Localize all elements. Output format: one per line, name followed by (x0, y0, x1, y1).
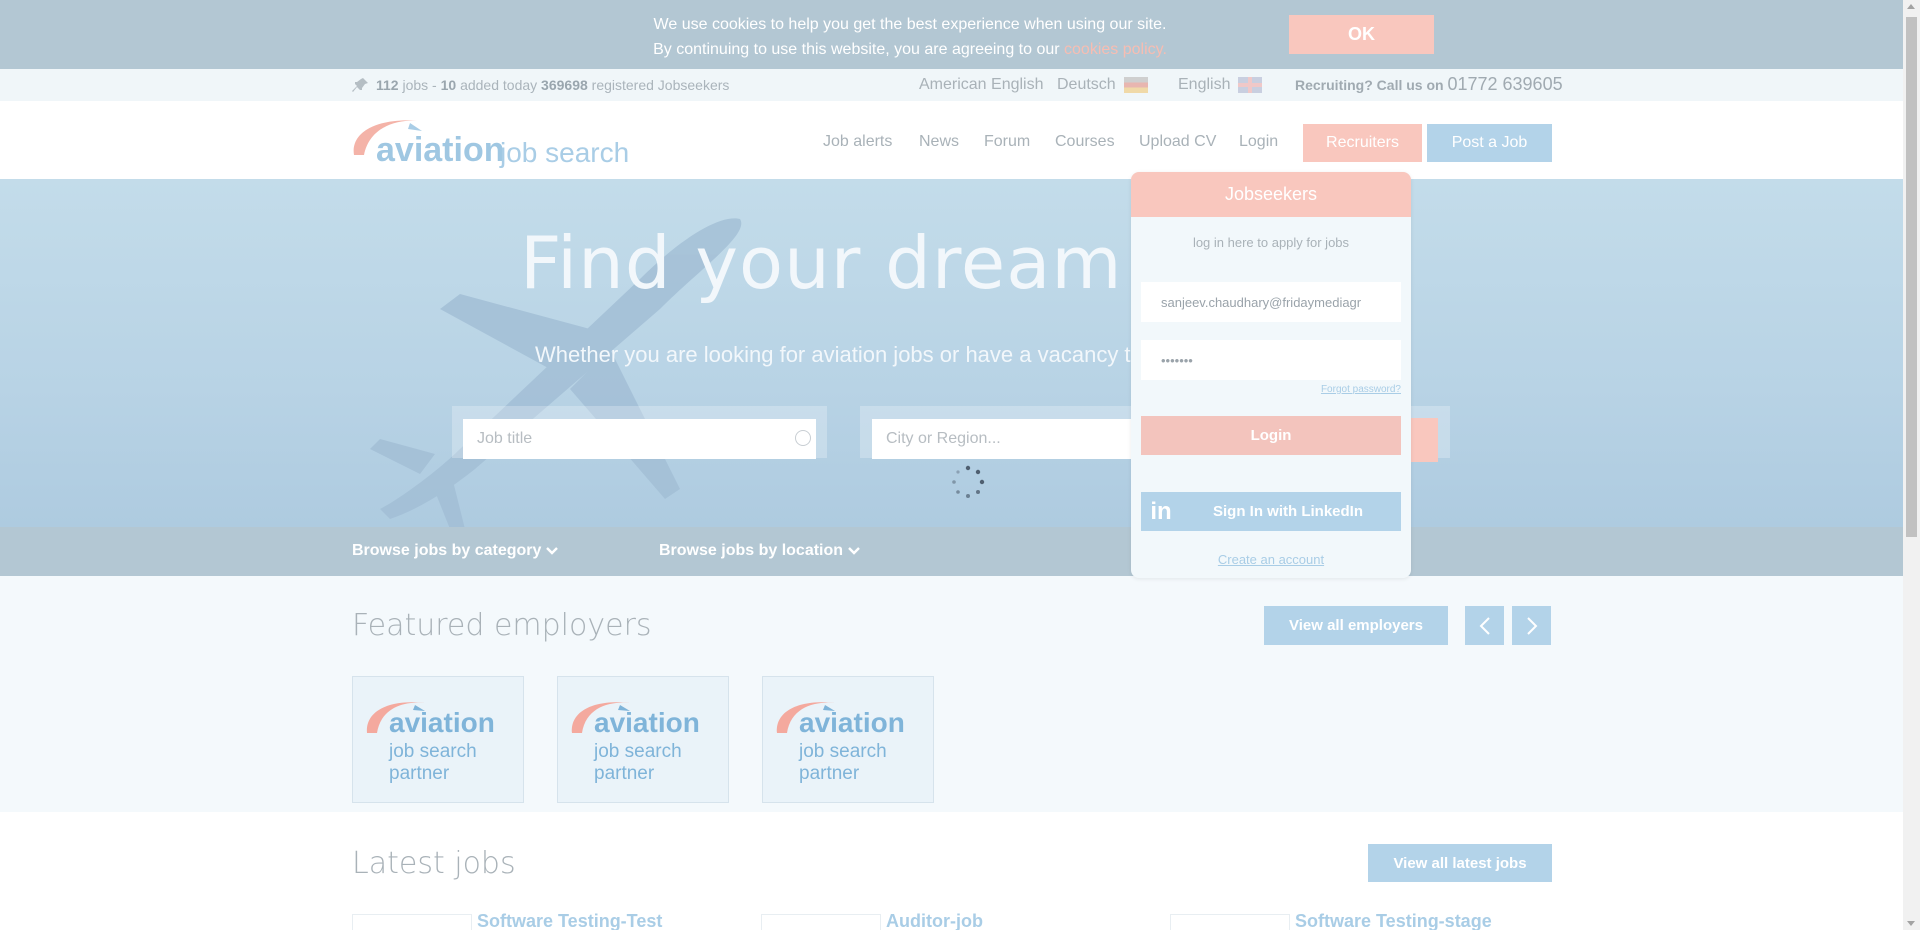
view-all-employers-button[interactable]: View all employers (1264, 606, 1448, 645)
login-button[interactable]: Login (1141, 416, 1401, 455)
hero-subtitle: Whether you are looking for aviation job… (535, 342, 1143, 367)
login-caption: log in here to apply for jobs (1192, 235, 1350, 250)
lang-de-label: Deutsch (1057, 76, 1116, 93)
employer-logo-word: aviation (389, 707, 495, 738)
germany-flag-icon (1123, 77, 1148, 93)
forgot-password-link[interactable]: Forgot password? (1321, 384, 1401, 395)
employer-logo-sub2: partner (594, 763, 655, 784)
chevron-down-icon (546, 547, 559, 555)
browse-bar: Browse jobs by category Browse jobs by l… (0, 527, 1903, 576)
browse-location-label: Browse jobs by location (659, 542, 844, 559)
scroll-up-arrow-icon[interactable] (1907, 4, 1915, 9)
recruiting-label: Recruiting? Call us on (1295, 77, 1444, 93)
site-header: aviation job search Job alerts News Foru… (0, 101, 1903, 179)
job-title-link[interactable]: Software Testing-Test (477, 911, 662, 930)
cookie-line-1: We use cookies to help you get the best … (653, 16, 1167, 33)
cookie-banner: We use cookies to help you get the best … (0, 0, 1903, 69)
page-scrollbar[interactable] (1903, 0, 1920, 930)
job-thumbnail (761, 914, 881, 930)
browse-by-location[interactable]: Browse jobs by location (659, 542, 861, 560)
recruiting-phone[interactable]: 01772 639605 (1447, 74, 1562, 94)
employer-logo-sub1: job search (799, 741, 887, 762)
loading-spinner-icon (952, 465, 985, 498)
browse-by-category[interactable]: Browse jobs by category (352, 542, 559, 560)
linkedin-button-label: Sign In with LinkedIn (1213, 503, 1363, 520)
chevron-left-icon (1479, 616, 1490, 635)
browse-category-label: Browse jobs by category (352, 542, 542, 559)
jobseeker-login-panel: Jobseekers log in here to apply for jobs… (1131, 172, 1411, 578)
employer-logo-word: aviation (799, 707, 905, 738)
jobs-label: jobs - (402, 77, 437, 93)
lang-deutsch[interactable]: Deutsch (1057, 76, 1148, 94)
registered-count: 369698 (541, 77, 588, 93)
employer-logo-sub1: job search (389, 741, 477, 762)
linkedin-icon: in (1150, 498, 1172, 525)
top-info-bar: 112 jobs - 10 added today 369698 registe… (0, 69, 1903, 101)
employer-logo-sub1: job search (594, 741, 682, 762)
cookie-line-2: By continuing to use this website, you a… (590, 37, 1230, 62)
chevron-right-icon (1526, 616, 1537, 635)
create-account-link[interactable]: Create an account (1131, 552, 1411, 567)
lang-us-label: American English (919, 76, 1044, 93)
logo-word: aviation (376, 131, 505, 169)
lang-en-label: English (1178, 76, 1231, 93)
cookie-ok-button[interactable]: OK (1289, 15, 1434, 54)
scroll-thumb[interactable] (1906, 17, 1917, 537)
scroll-down-arrow-icon[interactable] (1907, 921, 1915, 926)
employer-card[interactable]: aviation job search partner (352, 676, 524, 803)
cookie-line-2-text: By continuing to use this website, you a… (653, 41, 1065, 58)
job-title-input[interactable] (463, 419, 816, 459)
job-title-link[interactable]: Auditor-job (886, 911, 983, 930)
recruiters-button[interactable]: Recruiters (1303, 124, 1422, 162)
nav-forum[interactable]: Forum (984, 133, 1030, 151)
cookies-policy-link[interactable]: cookies policy. (1064, 41, 1167, 58)
added-label: added today (460, 77, 538, 93)
job-thumbnail (352, 914, 472, 930)
employer-card[interactable]: aviation job search partner (762, 676, 934, 803)
cookie-message: We use cookies to help you get the best … (590, 12, 1230, 62)
password-field[interactable] (1141, 340, 1401, 380)
nav-news[interactable]: News (919, 133, 959, 151)
nav-courses[interactable]: Courses (1055, 133, 1115, 151)
carousel-next-button[interactable] (1512, 606, 1551, 645)
added-count: 10 (440, 77, 457, 93)
view-all-latest-jobs-button[interactable]: View all latest jobs (1368, 844, 1552, 882)
job-thumbnail (1170, 914, 1290, 930)
chevron-down-icon (848, 547, 860, 555)
nav-login[interactable]: Login (1239, 133, 1278, 151)
logo-subtitle: job search (500, 137, 630, 168)
employer-logo-word: aviation (594, 707, 700, 738)
pin-icon (352, 78, 368, 92)
jobs-count: 112 (376, 77, 399, 93)
employer-logo-sub2: partner (799, 763, 860, 784)
carousel-prev-button[interactable] (1465, 606, 1504, 645)
featured-employers-title: Featured employers (352, 608, 652, 643)
post-job-button[interactable]: Post a Job (1427, 124, 1552, 162)
site-logo[interactable]: aviation job search (350, 111, 630, 169)
employer-logo-sub2: partner (389, 763, 450, 784)
job-title-link[interactable]: Software Testing-stage (1295, 911, 1492, 930)
location-input[interactable] (872, 419, 1132, 459)
uk-flag-icon (1238, 77, 1263, 93)
loading-ring-icon (795, 430, 811, 446)
latest-jobs-title: Latest jobs (352, 846, 516, 881)
employer-card[interactable]: aviation job search partner (557, 676, 729, 803)
email-field[interactable] (1141, 282, 1401, 322)
site-stats: 112 jobs - 10 added today 369698 registe… (352, 77, 729, 93)
nav-upload-cv[interactable]: Upload CV (1139, 133, 1216, 151)
login-panel-heading: Jobseekers (1131, 172, 1411, 217)
linkedin-signin-button[interactable]: in Sign In with LinkedIn (1141, 492, 1401, 531)
lang-english[interactable]: English (1178, 76, 1263, 94)
lang-american-english[interactable]: American English (919, 76, 1044, 94)
recruiting-contact: Recruiting? Call us on 01772 639605 (1295, 74, 1563, 95)
registered-label: registered Jobseekers (591, 77, 730, 93)
nav-job-alerts[interactable]: Job alerts (823, 133, 892, 151)
